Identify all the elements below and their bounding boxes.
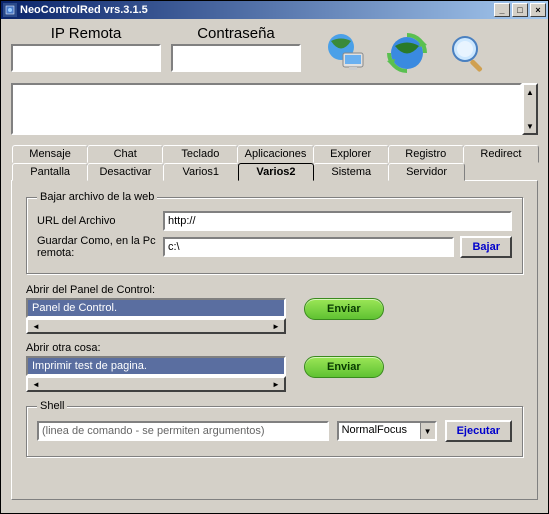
shell-input[interactable] — [37, 421, 329, 441]
minimize-button[interactable]: _ — [494, 3, 510, 17]
globe-refresh-icon[interactable] — [385, 31, 429, 75]
bajar-button[interactable]: Bajar — [460, 236, 512, 258]
scroll-down-icon[interactable]: ▼ — [524, 119, 536, 133]
tab-teclado[interactable]: Teclado — [162, 145, 238, 163]
open-other-item[interactable]: Imprimir test de pagina. — [26, 356, 286, 376]
tab-registro[interactable]: Registro — [388, 145, 464, 163]
tab-aplicaciones[interactable]: Aplicaciones — [237, 145, 313, 163]
scroll-right-icon[interactable]: ► — [270, 380, 282, 389]
tab-row-1: Mensaje Chat Teclado Aplicaciones Explor… — [11, 145, 538, 163]
open-other-scrollbar[interactable]: ◄ ► — [26, 376, 286, 392]
save-as-label: Guardar Como, en la Pc remota: — [37, 235, 157, 259]
panel-control-item[interactable]: Panel de Control. — [26, 298, 286, 318]
url-label: URL del Archivo — [37, 215, 157, 227]
password-label: Contraseña — [197, 25, 275, 42]
globe-monitor-icon[interactable] — [323, 31, 367, 75]
url-input[interactable] — [163, 211, 512, 231]
download-legend: Bajar archivo de la web — [37, 191, 157, 203]
log-textarea[interactable] — [11, 83, 522, 135]
maximize-button[interactable]: □ — [512, 3, 528, 17]
ip-label: IP Remota — [51, 25, 122, 42]
magnifier-icon[interactable] — [447, 31, 491, 75]
tab-chat[interactable]: Chat — [87, 145, 163, 163]
panel-control-scrollbar[interactable]: ◄ ► — [26, 318, 286, 334]
tab-servidor[interactable]: Servidor — [388, 163, 464, 181]
download-group: Bajar archivo de la web URL del Archivo … — [26, 191, 523, 274]
tab-explorer[interactable]: Explorer — [313, 145, 389, 163]
enviar-other-button[interactable]: Enviar — [304, 356, 384, 378]
shell-legend: Shell — [37, 400, 67, 412]
chevron-down-icon[interactable]: ▼ — [420, 423, 435, 439]
ip-input[interactable] — [11, 44, 161, 72]
title-bar: NeoControlRed vrs.3.1.5 _ □ × — [1, 1, 548, 19]
focus-value: NormalFocus — [339, 423, 420, 439]
scroll-left-icon[interactable]: ◄ — [30, 322, 42, 331]
password-input[interactable] — [171, 44, 301, 72]
tab-desactivar[interactable]: Desactivar — [87, 163, 163, 181]
tab-pantalla[interactable]: Pantalla — [12, 163, 88, 181]
scroll-right-icon[interactable]: ► — [270, 322, 282, 331]
open-other-label: Abrir otra cosa: — [26, 342, 523, 354]
shell-group: Shell NormalFocus ▼ Ejecutar — [26, 400, 523, 457]
panel-control-label: Abrir del Panel de Control: — [26, 284, 523, 296]
tab-content: Bajar archivo de la web URL del Archivo … — [11, 180, 538, 500]
window-title: NeoControlRed vrs.3.1.5 — [20, 4, 494, 16]
tab-varios2[interactable]: Varios2 — [238, 163, 314, 181]
tab-row-2: Pantalla Desactivar Varios1 Varios2 Sist… — [11, 163, 538, 181]
app-icon — [3, 3, 17, 17]
ejecutar-button[interactable]: Ejecutar — [445, 420, 512, 442]
app-window: NeoControlRed vrs.3.1.5 _ □ × IP Remota … — [0, 0, 549, 514]
save-as-input[interactable] — [163, 237, 454, 257]
tab-mensaje[interactable]: Mensaje — [12, 145, 88, 163]
close-button[interactable]: × — [530, 3, 546, 17]
tab-sistema[interactable]: Sistema — [313, 163, 389, 181]
enviar-panel-button[interactable]: Enviar — [304, 298, 384, 320]
scroll-up-icon[interactable]: ▲ — [524, 85, 536, 99]
tab-varios1[interactable]: Varios1 — [163, 163, 239, 181]
scroll-left-icon[interactable]: ◄ — [30, 380, 42, 389]
focus-combo[interactable]: NormalFocus ▼ — [337, 421, 437, 441]
tab-redirect[interactable]: Redirect — [463, 145, 539, 163]
log-scrollbar[interactable]: ▲ ▼ — [522, 83, 538, 135]
